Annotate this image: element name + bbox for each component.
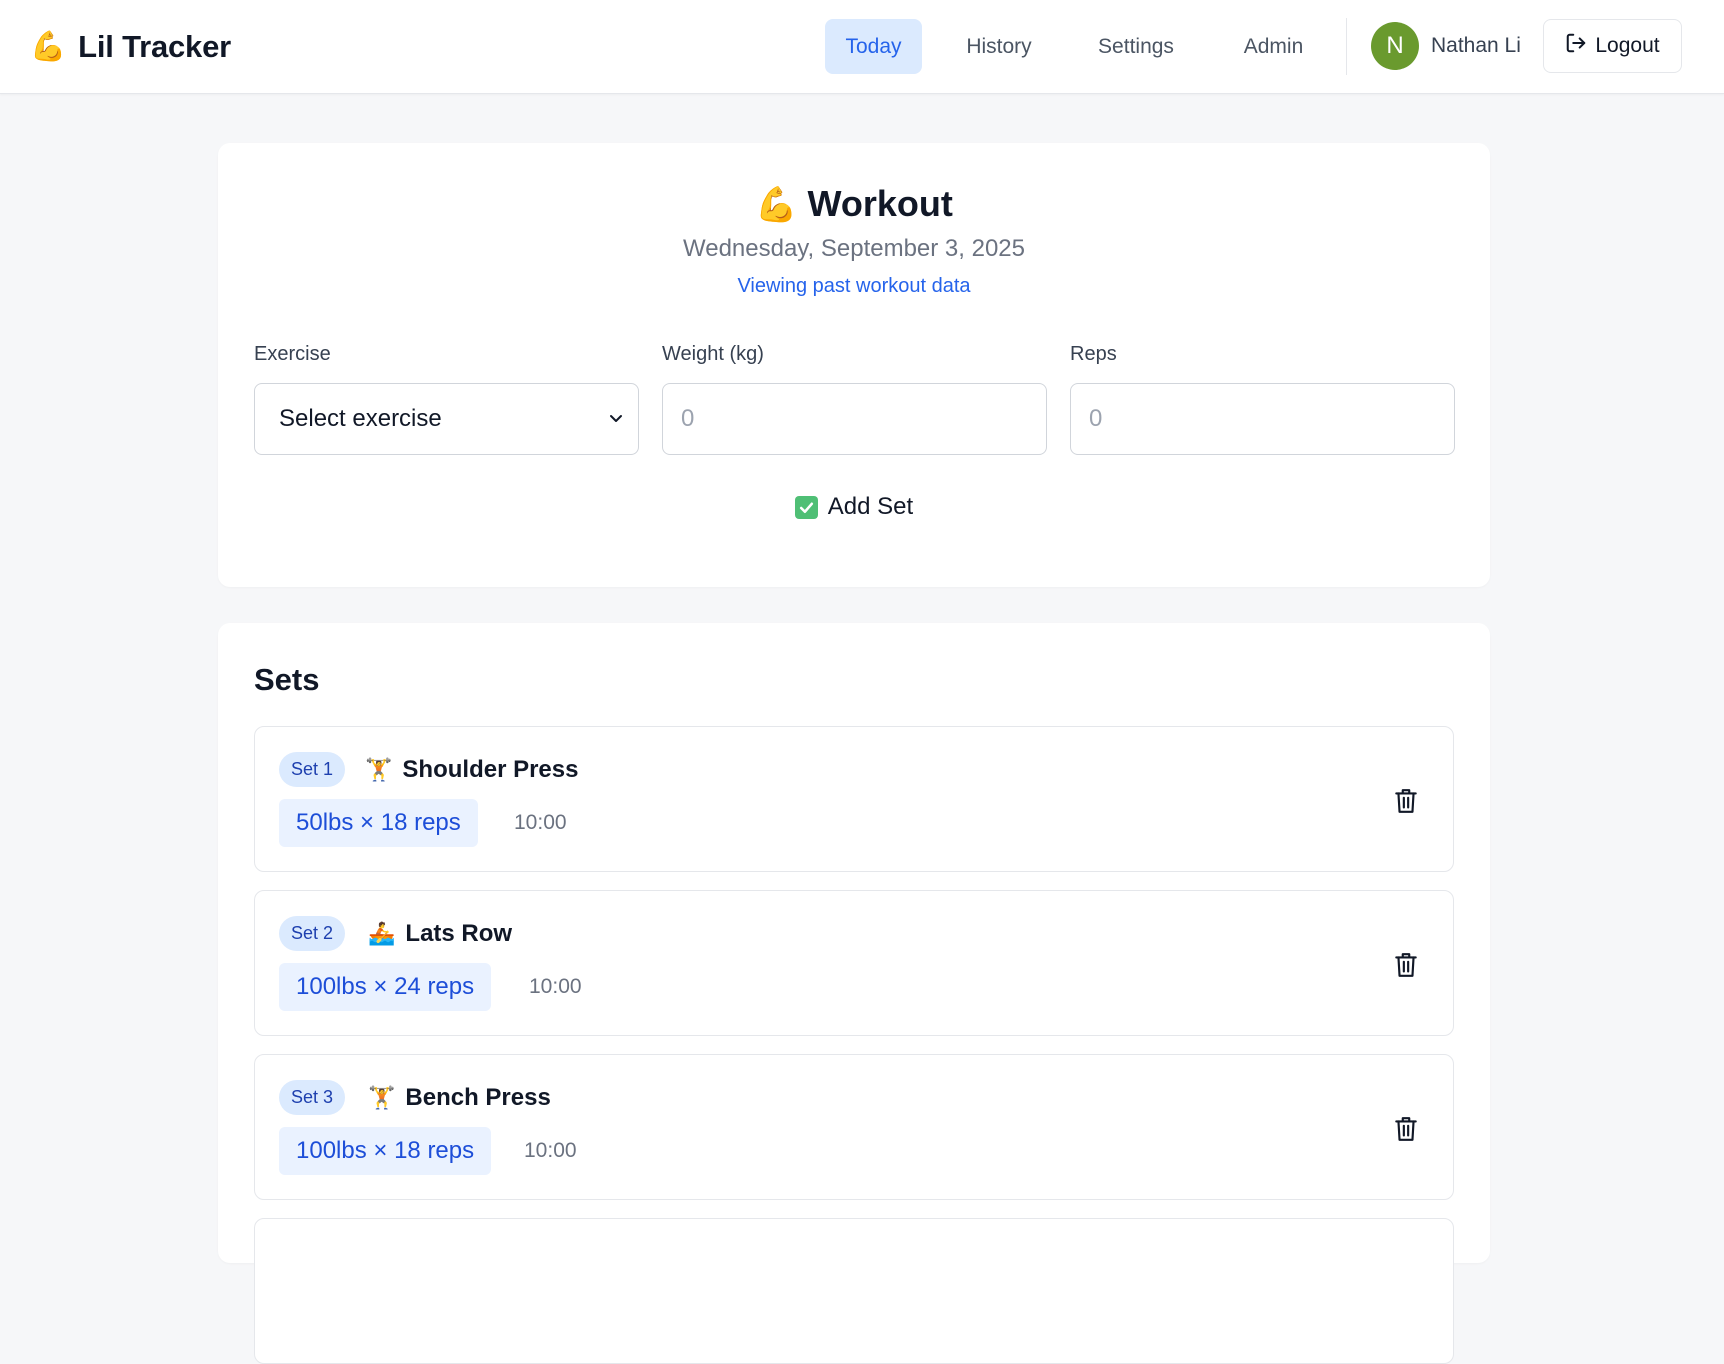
- set-time: 10:00: [514, 811, 567, 834]
- set-time: 10:00: [529, 975, 582, 998]
- set-time: 10:00: [524, 1139, 577, 1162]
- exercise-select-value: Select exercise: [279, 405, 442, 432]
- set-row: [254, 1218, 1454, 1364]
- set-stats: 100lbs × 18 reps: [279, 1127, 492, 1175]
- workout-title: 💪 Workout: [218, 183, 1490, 225]
- nav-admin[interactable]: Admin: [1219, 19, 1328, 74]
- weight-input[interactable]: 0: [662, 383, 1047, 455]
- nav-today[interactable]: Today: [825, 19, 922, 74]
- set-exercise: 🏋️ Bench Press: [368, 1081, 551, 1115]
- nav-settings[interactable]: Settings: [1076, 19, 1196, 74]
- set-row: Set 1 🏋️ Shoulder Press 50lbs × 18 reps …: [254, 726, 1454, 872]
- logout-label: Logout: [1595, 34, 1660, 57]
- brand[interactable]: 💪 Lil Tracker: [30, 28, 231, 66]
- logout-icon: [1565, 32, 1587, 60]
- workout-form-card: 💪 Workout Wednesday, September 3, 2025 Vi…: [218, 143, 1490, 587]
- flexed-biceps-icon: 💪: [755, 186, 798, 224]
- exercise-select[interactable]: Select exercise: [254, 383, 639, 455]
- nav-history[interactable]: History: [945, 19, 1053, 74]
- reps-input[interactable]: 0: [1070, 383, 1455, 455]
- trash-icon[interactable]: [1393, 951, 1419, 979]
- sets-title: Sets: [254, 662, 320, 697]
- user-name: Nathan Li: [1431, 34, 1521, 57]
- add-set-button[interactable]: Add Set: [218, 493, 1490, 521]
- set-exercise-name: Shoulder Press: [402, 756, 579, 783]
- top-bar: 💪 Lil Tracker Today History Settings Adm…: [0, 0, 1724, 94]
- reps-label: Reps: [1070, 343, 1117, 365]
- avatar[interactable]: N: [1371, 22, 1419, 70]
- set-exercise-name: Lats Row: [405, 920, 513, 947]
- trash-icon[interactable]: [1393, 787, 1419, 815]
- workout-title-text: Workout: [807, 183, 953, 224]
- set-exercise: 🚣 Lats Row: [368, 917, 512, 951]
- set-row: Set 3 🏋️ Bench Press 100lbs × 18 reps 10…: [254, 1054, 1454, 1200]
- set-badge: Set 2: [279, 916, 346, 951]
- workout-date: Wednesday, September 3, 2025: [683, 235, 1025, 262]
- check-mark-icon: [794, 495, 818, 519]
- trash-icon[interactable]: [1393, 1115, 1419, 1143]
- set-badge: Set 1: [279, 752, 346, 787]
- past-data-note: Viewing past workout data: [737, 275, 971, 297]
- weight-label: Weight (kg): [662, 343, 764, 365]
- set-stats: 100lbs × 24 reps: [279, 963, 492, 1011]
- flexed-biceps-icon: 💪: [30, 30, 67, 63]
- weight-lifter-icon: 🏋️: [368, 1085, 396, 1110]
- set-badge: Set 3: [279, 1080, 346, 1115]
- nav-divider: [1346, 18, 1347, 75]
- weight-lifter-icon: 🏋️: [365, 757, 393, 782]
- set-exercise-name: Bench Press: [405, 1084, 551, 1111]
- set-exercise: 🏋️ Shoulder Press: [365, 753, 578, 787]
- logout-button[interactable]: Logout: [1543, 19, 1682, 73]
- add-set-label: Add Set: [827, 493, 914, 520]
- sets-card: Sets Set 1 🏋️ Shoulder Press 50lbs × 18 …: [218, 623, 1490, 1364]
- exercise-label: Exercise: [254, 343, 331, 365]
- set-row: Set 2 🚣 Lats Row 100lbs × 24 reps 10:00: [254, 890, 1454, 1036]
- rowing-icon: 🚣: [368, 921, 396, 946]
- set-stats: 50lbs × 18 reps: [279, 799, 478, 847]
- chevron-down-icon: [608, 405, 624, 433]
- app-title: Lil Tracker: [78, 29, 232, 64]
- main-nav: Today History Settings Admin: [825, 19, 1328, 74]
